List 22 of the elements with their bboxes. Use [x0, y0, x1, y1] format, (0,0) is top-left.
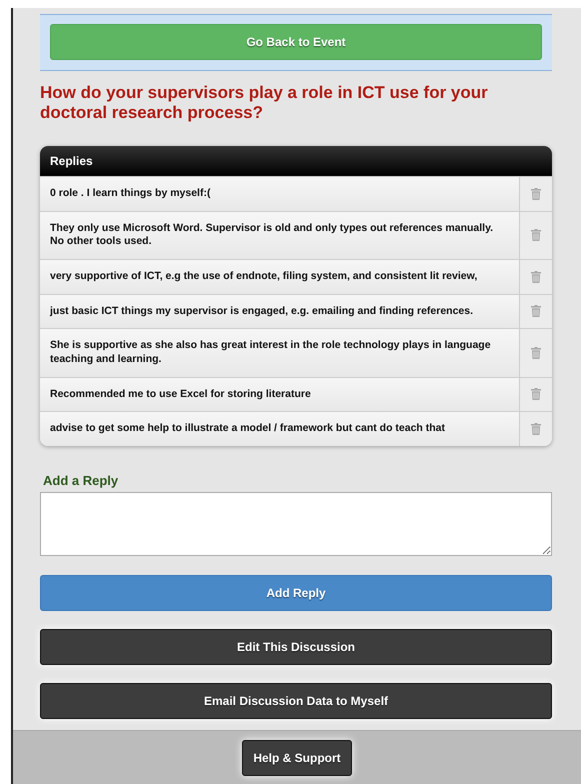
reply-input[interactable]	[40, 492, 552, 556]
reply-text: 0 role . I learn things by myself:(	[40, 177, 520, 211]
replies-header: Replies	[40, 146, 552, 176]
reply-text: very supportive of ICT, e.g the use of endnote, filing system, and consistent lit review,	[40, 260, 520, 294]
reply-text: She is supportive as she also has great interest in the role technology plays in language teaching and learning.	[40, 329, 520, 377]
action-button[interactable]: Add Reply	[40, 574, 552, 611]
reply-text: Recommended me to use Excel for storing literature	[40, 378, 520, 412]
action-button[interactable]: Email Discussion Data to Myself	[40, 682, 552, 719]
reply-text: just basic ICT things my supervisor is engaged, e.g. emailing and finding references.	[40, 294, 520, 328]
reply-text: They only use Microsoft Word. Supervisor is old and only types out references manually. No other tools used.	[40, 212, 520, 260]
trash-icon[interactable]	[531, 423, 541, 436]
add-reply-label: Add a Reply	[43, 472, 120, 488]
reply-text: advise to get some help to illustrate a model / framework but cant do teach that	[40, 412, 520, 446]
trash-icon[interactable]	[531, 188, 541, 200]
trash-icon[interactable]	[531, 270, 541, 283]
trash-icon[interactable]	[531, 388, 541, 400]
trash-icon[interactable]	[531, 346, 541, 359]
action-button[interactable]: Edit This Discussion	[40, 628, 552, 665]
help-button[interactable]: Help & Support	[242, 740, 352, 776]
trash-icon[interactable]	[531, 305, 541, 318]
discussion-question: How do your supervisors play a role in ICT use for your doctoral research process?	[40, 83, 489, 124]
trash-icon[interactable]	[531, 229, 541, 242]
